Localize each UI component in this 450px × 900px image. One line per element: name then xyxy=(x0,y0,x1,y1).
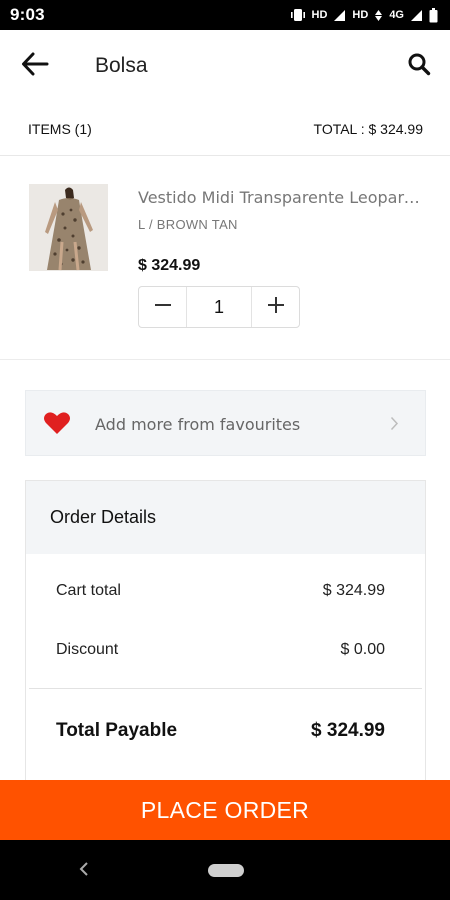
items-count: ITEMS (1) xyxy=(28,120,92,137)
order-details-card: Order Details Cart total $ 324.99 Discou… xyxy=(25,480,426,780)
status-time: 9:03 xyxy=(10,5,45,24)
battery-icon xyxy=(429,7,438,23)
product-variant: L / BROWN TAN xyxy=(138,217,238,232)
back-button[interactable] xyxy=(18,50,52,82)
cart-summary: ITEMS (1) TOTAL : $ 324.99 xyxy=(0,102,450,156)
product-image[interactable] xyxy=(29,184,108,271)
discount-value: $ 0.00 xyxy=(340,641,385,658)
cart-total-label: Cart total xyxy=(56,582,121,599)
plus-icon xyxy=(266,295,286,320)
discount-label: Discount xyxy=(56,641,119,658)
quantity-stepper: 1 xyxy=(138,286,300,328)
cart-item: Vestido Midi Transparente Leopardo Midi … xyxy=(0,157,450,360)
total-payable-label: Total Payable xyxy=(56,720,178,741)
signal-icon xyxy=(333,9,346,22)
chevron-right-icon xyxy=(390,416,399,436)
order-details-heading: Order Details xyxy=(26,481,425,554)
nav-home-button[interactable] xyxy=(208,864,244,877)
favourites-label: Add more from favourites xyxy=(95,415,301,434)
network-label: 4G xyxy=(389,9,404,21)
divider xyxy=(29,688,422,689)
page-title: Bolsa xyxy=(95,54,148,77)
wifi-signal-icon xyxy=(410,9,423,22)
vibrate-icon xyxy=(290,8,306,22)
app-bar: Bolsa xyxy=(0,30,450,102)
heart-icon xyxy=(43,411,71,440)
place-order-button[interactable]: PLACE ORDER xyxy=(0,780,450,840)
decrease-quantity-button[interactable] xyxy=(139,287,186,327)
total-payable-value: $ 324.99 xyxy=(311,720,385,741)
product-price: $ 324.99 xyxy=(138,257,201,274)
arrow-left-icon xyxy=(21,52,49,81)
search-icon xyxy=(407,52,431,81)
cart-total-row: Cart total $ 324.99 xyxy=(56,582,385,600)
quantity-value[interactable]: 1 xyxy=(186,287,252,327)
nav-back-icon[interactable] xyxy=(78,860,90,883)
product-name[interactable]: Vestido Midi Transparente Leopardo Midi xyxy=(138,188,428,207)
status-icons: HD HD 4G xyxy=(290,7,438,23)
add-from-favourites-button[interactable]: Add more from favourites xyxy=(25,390,426,456)
hd-label: HD xyxy=(352,9,369,21)
cart-total-summary: TOTAL : $ 324.99 xyxy=(313,120,423,137)
hd-label: HD xyxy=(311,9,328,21)
increase-quantity-button[interactable] xyxy=(252,287,299,327)
discount-row: Discount $ 0.00 xyxy=(56,641,385,659)
status-bar: 9:03 HD HD 4G xyxy=(0,0,450,30)
cart-total-value: $ 324.99 xyxy=(322,582,385,599)
navigation-bar xyxy=(0,840,450,900)
total-payable-row: Total Payable $ 324.99 xyxy=(56,720,385,742)
minus-icon xyxy=(153,295,173,320)
search-button[interactable] xyxy=(402,50,436,82)
signal-icon xyxy=(374,9,383,22)
